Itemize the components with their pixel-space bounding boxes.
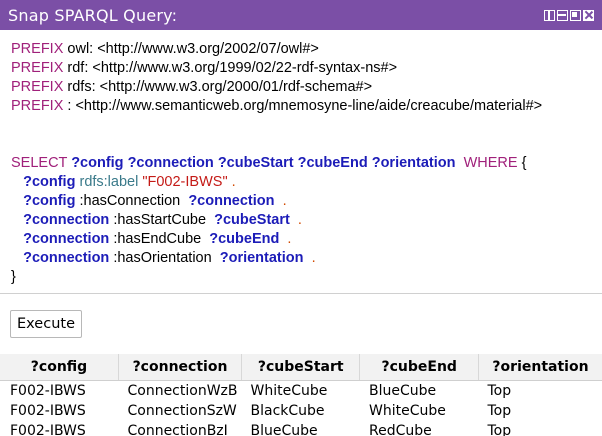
pattern-subject: ?connection bbox=[23, 250, 110, 266]
table-row[interactable]: F002-IBWS ConnectionWzB WhiteCube BlueCube T… bbox=[0, 380, 602, 401]
pattern-object: ?orientation bbox=[219, 250, 304, 266]
prefix-declaration: rdfs: <http://www.w3.org/2000/01/rdf-sch… bbox=[63, 79, 373, 95]
pattern-object: ?cubeStart bbox=[214, 212, 290, 228]
pattern-predicate: :hasEndCube bbox=[113, 231, 202, 247]
table-row[interactable]: F002-IBWS ConnectionSzW BlackCube WhiteCube… bbox=[0, 401, 602, 422]
table-row[interactable]: F002-IBWS ConnectionBzI BlueCube RedCube Top bbox=[0, 421, 602, 436]
pattern-predicate: :hasOrientation bbox=[113, 250, 212, 266]
triple-pattern: ?connection :hasOrientation ?orientation… bbox=[11, 249, 602, 268]
window-titlebar: Snap SPARQL Query: bbox=[0, 0, 602, 30]
column-header[interactable]: ?orientation bbox=[478, 354, 602, 381]
tile-window-icon[interactable] bbox=[544, 9, 555, 21]
prefix-line: PREFIX rdfs: <http://www.w3.org/2000/01/… bbox=[11, 78, 602, 97]
table-cell: ConnectionBzI bbox=[127, 423, 228, 436]
pattern-terminator: . bbox=[231, 174, 236, 190]
table-cell: F002-IBWS bbox=[10, 382, 86, 399]
pattern-object: ?connection bbox=[188, 193, 275, 209]
pattern-terminator: . bbox=[311, 250, 316, 266]
column-header[interactable]: ?cubeStart bbox=[241, 354, 361, 381]
prefix-block: PREFIX owl: <http://www.w3.org/2002/07/o… bbox=[11, 40, 602, 116]
triple-pattern: ?connection :hasStartCube ?cubeStart . bbox=[11, 211, 602, 230]
triple-pattern: ?config :hasConnection ?connection . bbox=[11, 192, 602, 211]
where-keyword: WHERE bbox=[463, 155, 518, 171]
prefix-declaration: rdf: <http://www.w3.org/1999/02/22-rdf-s… bbox=[63, 60, 398, 76]
table-cell: Top bbox=[487, 402, 512, 419]
close-window-icon[interactable] bbox=[583, 9, 594, 21]
pattern-subject: ?connection bbox=[23, 212, 110, 228]
select-variable: ?cubeStart bbox=[217, 155, 294, 171]
column-header[interactable]: ?cubeEnd bbox=[359, 354, 479, 381]
prefix-keyword: PREFIX bbox=[11, 98, 64, 114]
table-cell: Top bbox=[487, 423, 512, 436]
pattern-subject: ?config bbox=[23, 193, 76, 209]
pattern-subject: ?config bbox=[23, 174, 76, 190]
prefix-keyword: PREFIX bbox=[11, 79, 64, 95]
prefix-line: PREFIX : <http://www.semanticweb.org/mne… bbox=[11, 97, 602, 116]
maximize-window-icon[interactable] bbox=[570, 9, 581, 21]
sparql-query-editor[interactable]: PREFIX owl: <http://www.w3.org/2002/07/o… bbox=[0, 30, 602, 294]
table-cell: BlueCube bbox=[250, 423, 318, 436]
table-cell: F002-IBWS bbox=[10, 402, 86, 419]
minimize-window-icon[interactable] bbox=[557, 9, 568, 21]
prefix-declaration: : <http://www.semanticweb.org/mnemosyne-… bbox=[63, 98, 543, 114]
pattern-predicate: rdfs:label bbox=[79, 174, 139, 190]
select-variable: ?config bbox=[71, 155, 124, 171]
prefix-line: PREFIX rdf: <http://www.w3.org/1999/02/2… bbox=[11, 59, 602, 78]
select-clause: SELECT ?config ?connection ?cubeStart ?c… bbox=[11, 154, 602, 173]
window-controls bbox=[544, 9, 594, 21]
select-variable: ?connection bbox=[127, 155, 214, 171]
pattern-object: "F002-IBWS" bbox=[142, 174, 228, 190]
pattern-predicate: :hasConnection bbox=[79, 193, 181, 209]
window-title: Snap SPARQL Query: bbox=[8, 5, 178, 25]
table-cell: ConnectionWzB bbox=[127, 382, 238, 399]
column-header[interactable]: ?connection bbox=[118, 354, 243, 381]
results-body: F002-IBWS ConnectionWzB WhiteCube BlueCube T… bbox=[0, 380, 602, 436]
select-keyword: SELECT bbox=[11, 155, 68, 171]
results-table: ?config ?connection ?cubeStart ?cubeEnd ?ori… bbox=[0, 354, 602, 436]
table-cell: WhiteCube bbox=[250, 382, 328, 399]
triple-pattern: ?config rdfs:label "F002-IBWS" . bbox=[11, 173, 602, 192]
prefix-keyword: PREFIX bbox=[11, 60, 64, 76]
table-cell: BlueCube bbox=[368, 382, 437, 399]
pattern-subject: ?connection bbox=[23, 231, 110, 247]
pattern-predicate: :hasStartCube bbox=[113, 212, 207, 228]
pattern-terminator: . bbox=[287, 231, 292, 247]
table-cell: RedCube bbox=[368, 423, 432, 436]
select-variable: ?cubeEnd bbox=[297, 155, 368, 171]
table-cell: ConnectionSzW bbox=[127, 402, 237, 419]
table-cell: Top bbox=[487, 382, 512, 399]
results-header-row: ?config ?connection ?cubeStart ?cubeEnd ?ori… bbox=[0, 354, 602, 381]
closing-brace: } bbox=[11, 269, 16, 285]
prefix-line: PREFIX owl: <http://www.w3.org/2002/07/o… bbox=[11, 40, 602, 59]
opening-brace: { bbox=[521, 155, 527, 171]
pattern-terminator: . bbox=[297, 212, 302, 228]
table-cell: WhiteCube bbox=[368, 402, 446, 419]
triple-pattern: ?connection :hasEndCube ?cubeEnd . bbox=[11, 230, 602, 249]
execute-button[interactable]: Execute bbox=[10, 310, 82, 338]
prefix-keyword: PREFIX bbox=[11, 41, 64, 57]
prefix-declaration: owl: <http://www.w3.org/2002/07/owl#> bbox=[63, 41, 319, 57]
table-cell: F002-IBWS bbox=[10, 423, 86, 436]
select-variable: ?orientation bbox=[371, 155, 456, 171]
column-header[interactable]: ?config bbox=[0, 354, 119, 381]
pattern-terminator: . bbox=[282, 193, 287, 209]
where-patterns: ?config rdfs:label "F002-IBWS" . ?config… bbox=[11, 173, 602, 268]
table-cell: BlackCube bbox=[250, 402, 325, 419]
pattern-object: ?cubeEnd bbox=[209, 231, 280, 247]
